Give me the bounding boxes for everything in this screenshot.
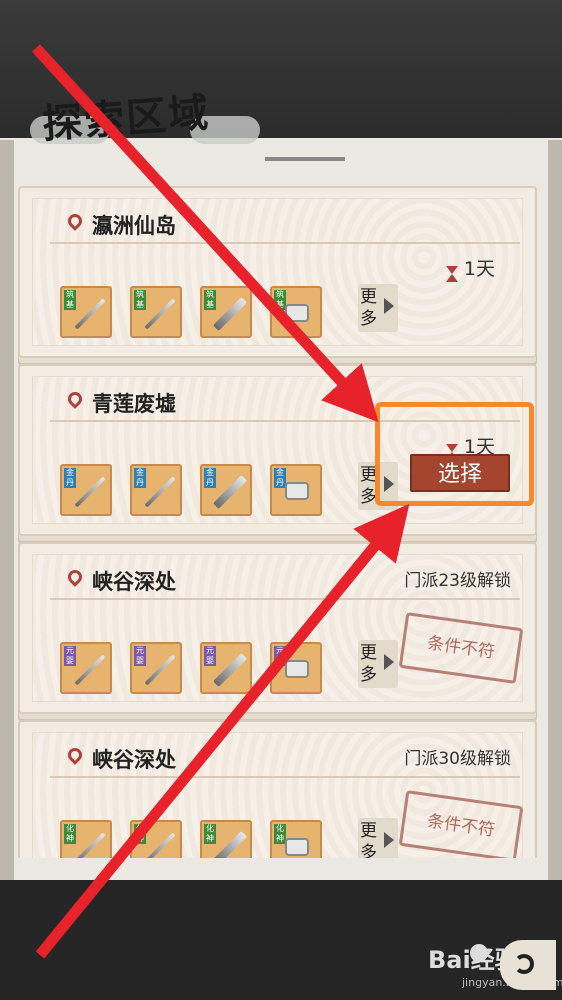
annotation-arrow-bottom (35, 503, 410, 959)
back-arrow-icon (514, 954, 534, 974)
annotation-arrow-top (31, 44, 379, 423)
back-button[interactable] (500, 940, 556, 990)
annotation-arrows (31, 44, 410, 959)
